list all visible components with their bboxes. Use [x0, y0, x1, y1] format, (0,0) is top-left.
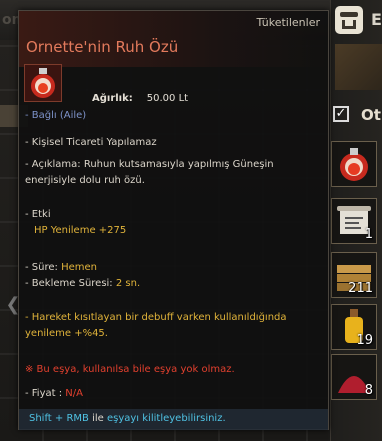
wood-panel — [335, 44, 382, 90]
cooldown-label: - Bekleme Süresi: — [25, 278, 116, 289]
weight-label: Ağırlık: — [92, 93, 133, 104]
item-weight: Ağırlık: 50.00 Lt — [92, 93, 188, 104]
home-icon[interactable] — [335, 6, 363, 34]
slot-count: 1 — [364, 227, 373, 242]
effect-value: HP Yenileme +275 — [34, 225, 127, 236]
lock-hint: Shift + RMB ile eşyayı kilitleyebilirsin… — [29, 413, 226, 424]
bound-status: - Bağlı (Aile) — [25, 110, 87, 121]
item-title: Ornette'nin Ruh Özü — [26, 38, 179, 56]
duration-value: Hemen — [61, 262, 97, 273]
home-label: E — [371, 10, 382, 29]
inventory-slot-scroll[interactable]: 1 — [331, 198, 377, 244]
filter-checkbox-label: Ot — [361, 106, 381, 124]
item-tooltip: Tüketilenler Ornette'nin Ruh Özü Ağırlık… — [18, 10, 329, 430]
price-value: N/A — [65, 388, 83, 399]
weight-value: 50.00 Lt — [146, 93, 189, 104]
slot-count: 19 — [356, 333, 373, 348]
price-label: - Fiyat : — [25, 388, 66, 399]
trade-restriction: - Kişisel Ticareti Yapılamaz — [25, 137, 157, 148]
slot-count: 211 — [348, 281, 373, 296]
ruh-ozu-potion-icon — [31, 68, 55, 98]
ruh-ozu-potion-icon — [340, 148, 368, 181]
filter-checkbox[interactable]: ✓ — [333, 106, 349, 122]
price: - Fiyat : N/A — [25, 388, 83, 399]
inventory-slot-oil[interactable]: 19 — [331, 304, 377, 350]
lock-hint-mid: ile — [88, 413, 107, 424]
duration-label: - Süre: — [25, 262, 62, 273]
cooldown: - Bekleme Süresi: 2 sn. — [25, 278, 140, 289]
item-category: Tüketilenler — [256, 16, 320, 29]
inventory-slot-powder[interactable]: 8 — [331, 354, 377, 400]
effect-header: - Etki — [25, 209, 51, 220]
slot-count: 8 — [364, 383, 373, 398]
warning-note: ※ Bu eşya, kullanılsa bile eşya yok olma… — [25, 364, 235, 375]
debuff-bonus: - Hareket kısıtlayan bir debuff varken k… — [25, 312, 287, 339]
item-description: - Açıklama: Ruhun kutsamasıyla yapılmış … — [25, 159, 274, 186]
lock-hint-key: Shift + RMB — [29, 413, 89, 424]
duration: - Süre: Hemen — [25, 262, 97, 273]
lock-hint-action: eşyayı kilitleyebilirsiniz. — [106, 413, 226, 424]
inventory-slot-potion[interactable] — [331, 141, 377, 187]
cooldown-value: 2 sn. — [115, 278, 141, 289]
inventory-slot-lumber[interactable]: 211 — [331, 252, 377, 298]
item-icon — [24, 64, 62, 102]
